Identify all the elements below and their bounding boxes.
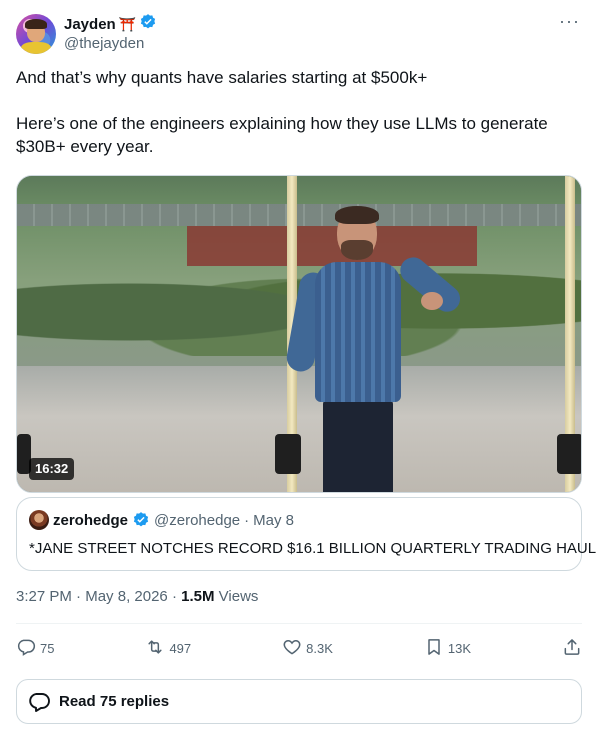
bookmark-button[interactable]: 13K — [424, 637, 471, 660]
video-scene-stage-light — [557, 434, 581, 474]
video-duration-badge: 16:32 — [29, 458, 75, 480]
meta-separator: · — [171, 588, 182, 605]
author-avatar[interactable] — [16, 14, 56, 54]
avatar-hair — [25, 19, 47, 29]
reply-count: 75 — [40, 640, 55, 656]
tweet-header: Jayden ⛩️ @thejayden ··· — [16, 12, 582, 56]
views-label: Views — [218, 588, 259, 605]
author-name-block: Jayden ⛩️ @thejayden — [64, 13, 157, 54]
speaker-shirt — [315, 262, 401, 402]
tweet-text: And that’s why quants have salaries star… — [16, 66, 582, 181]
video-speaker — [284, 206, 466, 492]
quoted-author-name: zerohedge — [53, 511, 129, 529]
author-display-name[interactable]: Jayden — [64, 16, 116, 33]
author-handle[interactable]: @thejayden — [64, 34, 157, 54]
video-player[interactable]: 16:32 — [16, 175, 582, 493]
like-button[interactable]: 8.3K — [282, 637, 333, 660]
torii-gate-emoji-icon: ⛩️ — [118, 15, 137, 32]
verified-badge-icon — [132, 511, 150, 529]
tweet-paragraph: And that’s why quants have salaries star… — [16, 68, 428, 87]
heart-icon — [282, 637, 302, 660]
author-name-row: Jayden ⛩️ — [64, 13, 157, 36]
read-replies-label: Read 75 replies — [59, 693, 170, 710]
divider — [16, 623, 582, 624]
meta-separator: · — [76, 588, 86, 605]
speaker-legs — [323, 400, 393, 492]
quoted-tweet-date: May 8 — [253, 511, 294, 529]
tweet-paragraph: Here’s one of the engineers explaining h… — [16, 114, 548, 156]
reply-icon — [16, 637, 36, 660]
speaker-hair — [335, 206, 379, 224]
reply-button[interactable]: 75 — [16, 637, 54, 660]
verified-badge-icon — [139, 13, 157, 36]
quoted-author-handle: @zerohedge — [154, 511, 241, 529]
views-count: 1.5M — [181, 588, 215, 605]
quoted-tweet-header: zerohedge @zerohedge · May 8 — [29, 510, 569, 530]
bookmark-icon — [424, 637, 444, 660]
meta-separator: · — [244, 511, 250, 529]
bookmark-count: 13K — [447, 640, 472, 656]
tweet-date[interactable]: May 8, 2026 — [85, 588, 168, 605]
tweet-timestamp: 3:27 PM · May 8, 2026 · 1.5M Views — [16, 587, 258, 607]
quoted-tweet-text: *JANE STREET NOTCHES RECORD $16.1 BILLIO… — [29, 540, 597, 557]
speech-bubble-icon — [27, 690, 51, 714]
quoted-author-avatar — [29, 510, 49, 530]
speaker-hand — [421, 292, 443, 310]
action-bar: 75 497 8.3K 13K — [16, 632, 582, 664]
share-button[interactable] — [562, 637, 582, 660]
share-icon — [562, 637, 582, 660]
like-count: 8.3K — [306, 640, 333, 656]
repost-count: 497 — [169, 640, 192, 656]
repost-button[interactable]: 497 — [145, 637, 191, 660]
read-replies-button[interactable]: Read 75 replies — [16, 679, 582, 724]
repost-icon — [145, 637, 165, 660]
avatar-shirt — [21, 42, 51, 54]
quoted-tweet[interactable]: zerohedge @zerohedge · May 8 *JANE STREE… — [16, 497, 597, 571]
tweet-time[interactable]: 3:27 PM — [16, 588, 72, 605]
speaker-beard — [341, 240, 373, 260]
more-options-icon[interactable]: ··· — [559, 12, 580, 30]
